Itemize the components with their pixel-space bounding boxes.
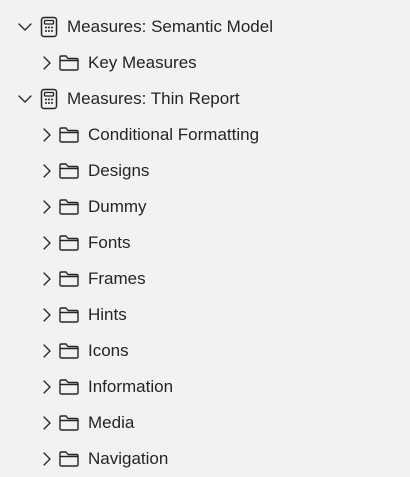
chevron-right-icon[interactable] xyxy=(38,342,56,360)
folder-label: Dummy xyxy=(88,197,147,216)
table-measures-thin-report[interactable]: Measures: Thin Report xyxy=(0,81,410,117)
calculator-icon xyxy=(38,16,60,38)
chevron-right-icon[interactable] xyxy=(38,198,56,216)
folder-label: Conditional Formatting xyxy=(88,125,260,144)
folder-icon xyxy=(58,412,80,434)
chevron-right-icon[interactable] xyxy=(38,234,56,252)
folder-label: Fonts xyxy=(88,233,131,252)
chevron-right-icon[interactable] xyxy=(38,270,56,288)
chevron-right-icon[interactable] xyxy=(38,54,56,72)
folder-icon xyxy=(58,268,80,290)
folder-icon xyxy=(58,376,80,398)
folder-dummy[interactable]: Dummy xyxy=(0,189,410,225)
folder-label: Navigation xyxy=(88,449,169,468)
folder-icon xyxy=(58,196,80,218)
chevron-down-icon[interactable] xyxy=(16,18,34,36)
fields-tree: Measures: Semantic Model Key Measures Me… xyxy=(0,0,410,474)
chevron-right-icon[interactable] xyxy=(38,126,56,144)
folder-icon xyxy=(58,232,80,254)
folder-label: Icons xyxy=(88,341,129,360)
folder-icon xyxy=(58,448,80,470)
folder-icon xyxy=(58,304,80,326)
folder-label: Designs xyxy=(88,161,150,180)
chevron-right-icon[interactable] xyxy=(38,378,56,396)
folder-designs[interactable]: Designs xyxy=(0,153,410,189)
chevron-right-icon[interactable] xyxy=(38,414,56,432)
folder-frames[interactable]: Frames xyxy=(0,261,410,297)
folder-icon xyxy=(58,160,80,182)
folder-label: Hints xyxy=(88,305,127,324)
chevron-down-icon[interactable] xyxy=(16,90,34,108)
calculator-icon xyxy=(38,88,60,110)
table-label: Measures: Semantic Model xyxy=(67,17,273,36)
folder-conditional-formatting[interactable]: Conditional Formatting xyxy=(0,117,410,153)
folder-hints[interactable]: Hints xyxy=(0,297,410,333)
folder-label: Frames xyxy=(88,269,146,288)
chevron-right-icon[interactable] xyxy=(38,306,56,324)
folder-key-measures[interactable]: Key Measures xyxy=(0,45,410,81)
chevron-right-icon[interactable] xyxy=(38,450,56,468)
folder-fonts[interactable]: Fonts xyxy=(0,225,410,261)
table-label: Measures: Thin Report xyxy=(67,89,240,108)
folder-label: Media xyxy=(88,413,135,432)
chevron-right-icon[interactable] xyxy=(38,162,56,180)
folder-label: Key Measures xyxy=(88,53,197,72)
folder-navigation[interactable]: Navigation xyxy=(0,441,410,477)
table-measures-semantic-model[interactable]: Measures: Semantic Model xyxy=(0,9,410,45)
folder-information[interactable]: Information xyxy=(0,369,410,405)
folder-icon xyxy=(58,124,80,146)
folder-icon xyxy=(58,52,80,74)
folder-label: Information xyxy=(88,377,174,396)
folder-icons[interactable]: Icons xyxy=(0,333,410,369)
folder-icon xyxy=(58,340,80,362)
folder-media[interactable]: Media xyxy=(0,405,410,441)
